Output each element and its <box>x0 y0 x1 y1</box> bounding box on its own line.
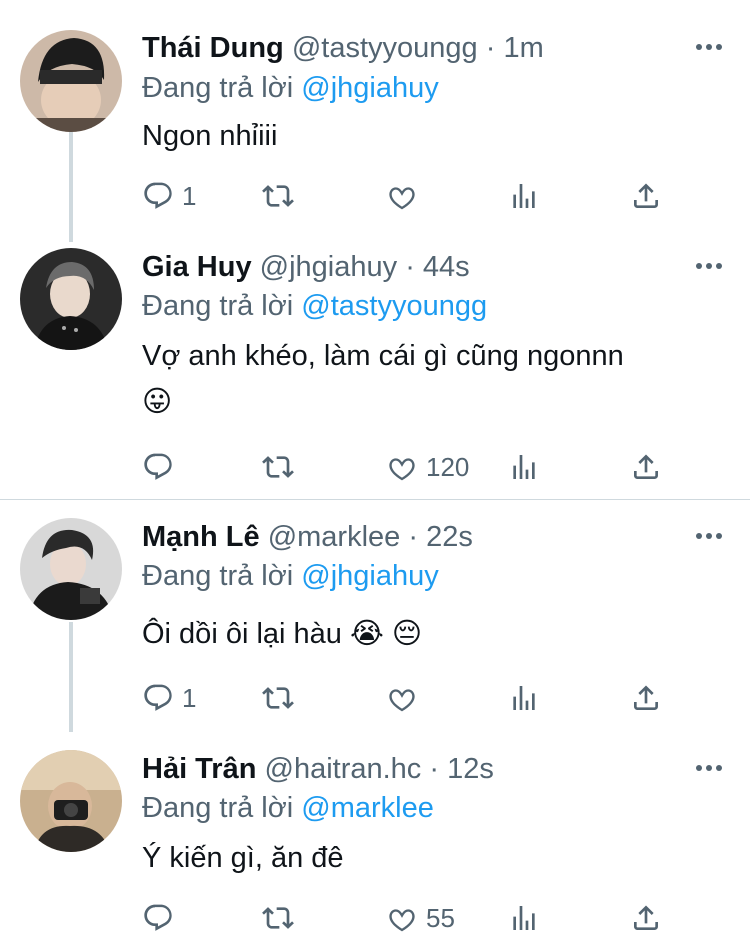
reply-button[interactable] <box>142 447 174 487</box>
share-icon <box>634 454 658 479</box>
like-icon <box>389 187 415 210</box>
replying-to: Đang trả lời @marklee <box>142 788 434 828</box>
tweet-text: Ý kiến gì, ăn đê <box>142 842 344 874</box>
timestamp[interactable]: 44s <box>423 251 470 283</box>
analytics-icon <box>513 455 535 479</box>
timestamp[interactable]: 12s <box>447 753 494 785</box>
share-icon <box>634 685 658 710</box>
reply-icon <box>144 182 172 209</box>
share-button[interactable] <box>630 678 662 718</box>
more-options-icon[interactable] <box>694 32 724 62</box>
display-name[interactable]: Hải Trân <box>142 753 256 785</box>
tweet-text: Ôi dồi ôi lại hàu 😭 😔 <box>142 618 423 650</box>
like-button[interactable]: 120 <box>386 447 469 487</box>
replying-to-label: Đang trả lời <box>142 792 294 824</box>
reply-icon <box>144 684 172 711</box>
replying-to: Đang trả lời @tastyyoungg <box>142 286 487 326</box>
action-bar: 1 <box>142 176 702 216</box>
like-count: 120 <box>426 451 470 482</box>
share-button[interactable] <box>630 898 662 938</box>
like-button[interactable] <box>386 176 418 216</box>
replying-to-label: Đang trả lời <box>142 72 294 104</box>
avatar[interactable] <box>20 518 122 620</box>
more-options-icon[interactable] <box>694 753 724 783</box>
like-button[interactable] <box>386 678 418 718</box>
reply-button[interactable]: 1 <box>142 678 196 718</box>
retweet-button[interactable] <box>262 176 294 216</box>
more-options-icon[interactable] <box>694 521 724 551</box>
thread-line <box>69 622 73 732</box>
analytics-icon <box>513 686 535 710</box>
tweet-emoji: 😛 <box>142 386 173 418</box>
retweet-icon <box>262 456 294 478</box>
reply-button[interactable]: 1 <box>142 176 196 216</box>
like-count: 55 <box>426 902 455 933</box>
tweet-header: Gia Huy @jhgiahuy · 44s <box>142 247 470 287</box>
timestamp[interactable]: 22s <box>426 521 473 553</box>
action-bar: 1 <box>142 678 702 718</box>
timestamp[interactable]: 1m <box>503 32 543 64</box>
replying-to: Đang trả lời @jhgiahuy <box>142 556 439 596</box>
separator-dot: · <box>485 32 496 64</box>
tweet[interactable]: Gia Huy @jhgiahuy · 44s Đang trả lời @ta… <box>0 240 750 498</box>
reply-count: 1 <box>182 682 197 713</box>
avatar[interactable] <box>20 248 122 350</box>
display-name[interactable]: Gia Huy <box>142 251 252 283</box>
like-icon <box>389 458 415 481</box>
reply-count: 1 <box>182 180 197 211</box>
separator-dot: · <box>429 753 440 785</box>
analytics-button[interactable] <box>508 176 540 216</box>
like-icon <box>389 689 415 712</box>
retweet-button[interactable] <box>262 447 294 487</box>
reply-icon <box>144 453 172 480</box>
retweet-button[interactable] <box>262 678 294 718</box>
replying-to: Đang trả lời @jhgiahuy <box>142 68 439 108</box>
mention-link[interactable]: @marklee <box>301 792 434 824</box>
action-bar: 55 <box>142 898 702 938</box>
user-handle[interactable]: @marklee <box>268 521 401 553</box>
analytics-button[interactable] <box>508 447 540 487</box>
retweet-button[interactable] <box>262 898 294 938</box>
action-bar: 120 <box>142 447 702 487</box>
tweet[interactable]: Mạnh Lê @marklee · 22s Đang trả lời @jhg… <box>0 500 750 732</box>
share-icon <box>634 905 658 930</box>
separator-dot: · <box>408 521 419 553</box>
like-icon <box>389 909 415 932</box>
tweet-text: Ngon nhỉiii <box>142 120 278 152</box>
replying-to-label: Đang trả lời <box>142 560 294 592</box>
mention-link[interactable]: @jhgiahuy <box>301 72 438 104</box>
reply-button[interactable] <box>142 898 174 938</box>
share-button[interactable] <box>630 176 662 216</box>
reply-icon <box>144 904 172 931</box>
replying-to-label: Đang trả lời <box>142 290 294 322</box>
more-options-icon[interactable] <box>694 251 724 281</box>
like-button[interactable]: 55 <box>386 898 455 938</box>
avatar[interactable] <box>20 30 122 132</box>
tweet-text: Vợ anh khéo, làm cái gì cũng ngonnn <box>142 340 624 372</box>
tweet[interactable]: Thái Dung @tastyyoungg · 1m Đang trả lời… <box>0 0 750 242</box>
analytics-icon <box>513 906 535 930</box>
user-handle[interactable]: @jhgiahuy <box>260 251 397 283</box>
tweet[interactable]: Hải Trân @haitran.hc · 12s Đang trả lời … <box>0 730 750 946</box>
mention-link[interactable]: @tastyyoungg <box>301 290 487 322</box>
tweet-header: Thái Dung @tastyyoungg · 1m <box>142 28 544 68</box>
thread-line <box>69 130 73 242</box>
tweet-header: Hải Trân @haitran.hc · 12s <box>142 749 494 789</box>
display-name[interactable]: Mạnh Lê <box>142 521 260 553</box>
retweet-icon <box>262 687 294 709</box>
analytics-button[interactable] <box>508 678 540 718</box>
mention-link[interactable]: @jhgiahuy <box>301 560 438 592</box>
tweet-header: Mạnh Lê @marklee · 22s <box>142 517 473 557</box>
retweet-icon <box>262 185 294 207</box>
analytics-icon <box>513 184 535 208</box>
retweet-icon <box>262 907 294 929</box>
share-button[interactable] <box>630 447 662 487</box>
share-icon <box>634 183 658 208</box>
avatar[interactable] <box>20 750 122 852</box>
user-handle[interactable]: @haitran.hc <box>265 753 422 785</box>
separator-dot: · <box>405 251 415 283</box>
display-name[interactable]: Thái Dung <box>142 32 284 64</box>
user-handle[interactable]: @tastyyoungg <box>292 32 478 64</box>
analytics-button[interactable] <box>508 898 540 938</box>
